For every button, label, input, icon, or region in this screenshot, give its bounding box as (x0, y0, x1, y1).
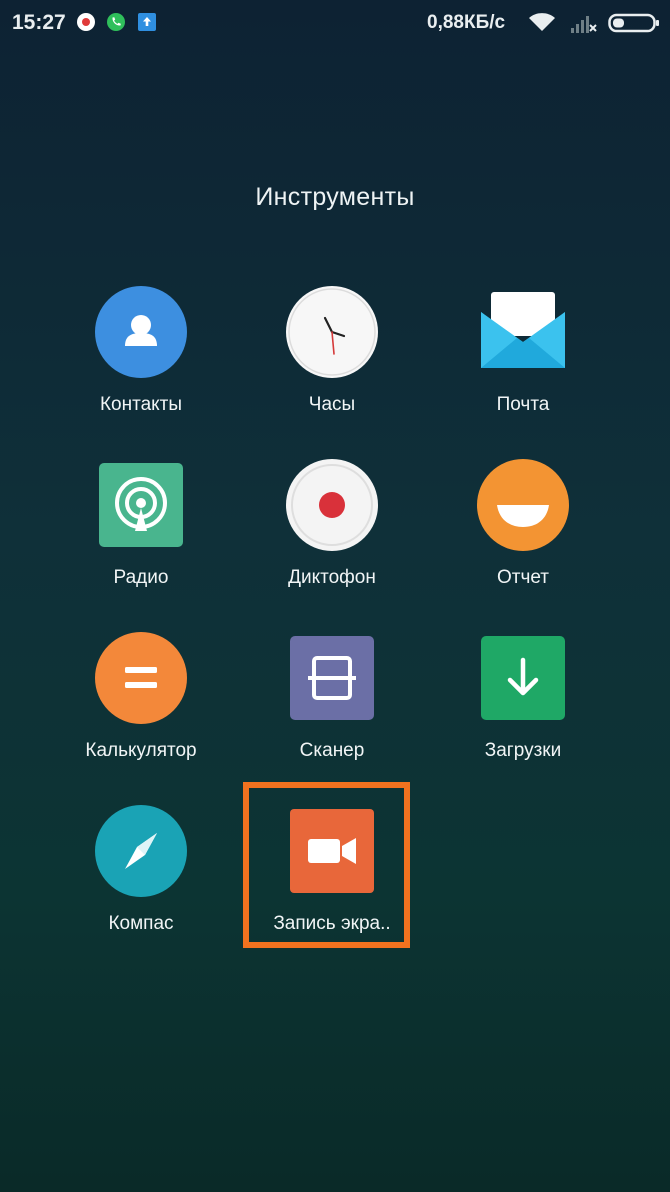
scanner-icon (290, 636, 374, 720)
app-recorder[interactable]: Диктофон (242, 459, 422, 619)
folder-title: Инструменты (255, 183, 415, 211)
app-label: Почта (496, 394, 550, 415)
app-feedback[interactable]: Отчет (433, 459, 613, 619)
recorder-icon (286, 459, 378, 551)
app-label: Загрузки (484, 740, 562, 761)
compass-icon (95, 805, 187, 897)
app-label: Калькулятор (85, 740, 197, 761)
app-compass[interactable]: Компас (51, 805, 231, 965)
app-radio[interactable]: Радио (51, 459, 231, 619)
upload-icon (138, 13, 156, 31)
radio-icon (99, 463, 183, 547)
app-mail[interactable]: Почта (433, 286, 613, 446)
app-scanner[interactable]: Сканер (242, 632, 422, 792)
record-notification-icon (77, 13, 95, 31)
status-bar: 15:27 0,88КБ/с (0, 0, 670, 46)
battery-icon (608, 13, 659, 33)
phone-icon (107, 13, 125, 31)
app-contacts[interactable]: Контакты (51, 286, 231, 446)
clock-icon (286, 286, 378, 378)
calculator-icon (95, 632, 187, 724)
wifi-icon (529, 13, 555, 31)
contacts-icon (95, 286, 187, 378)
network-speed: 0,88КБ/с (427, 12, 506, 33)
feedback-icon (477, 459, 569, 551)
app-label: Сканер (299, 740, 365, 761)
highlight-frame (243, 782, 410, 948)
app-label: Диктофон (288, 567, 376, 588)
app-label: Отчет (496, 567, 550, 588)
mail-icon (481, 292, 565, 368)
app-label: Контакты (99, 394, 183, 415)
app-label: Компас (108, 913, 174, 934)
app-label: Радио (113, 567, 169, 588)
app-downloads[interactable]: Загрузки (433, 632, 613, 792)
status-time: 15:27 (12, 11, 66, 34)
downloads-icon (481, 636, 565, 720)
signal-icon (571, 16, 597, 33)
app-label: Часы (308, 394, 356, 415)
app-calculator[interactable]: Калькулятор (51, 632, 231, 792)
app-clock[interactable]: Часы (242, 286, 422, 446)
